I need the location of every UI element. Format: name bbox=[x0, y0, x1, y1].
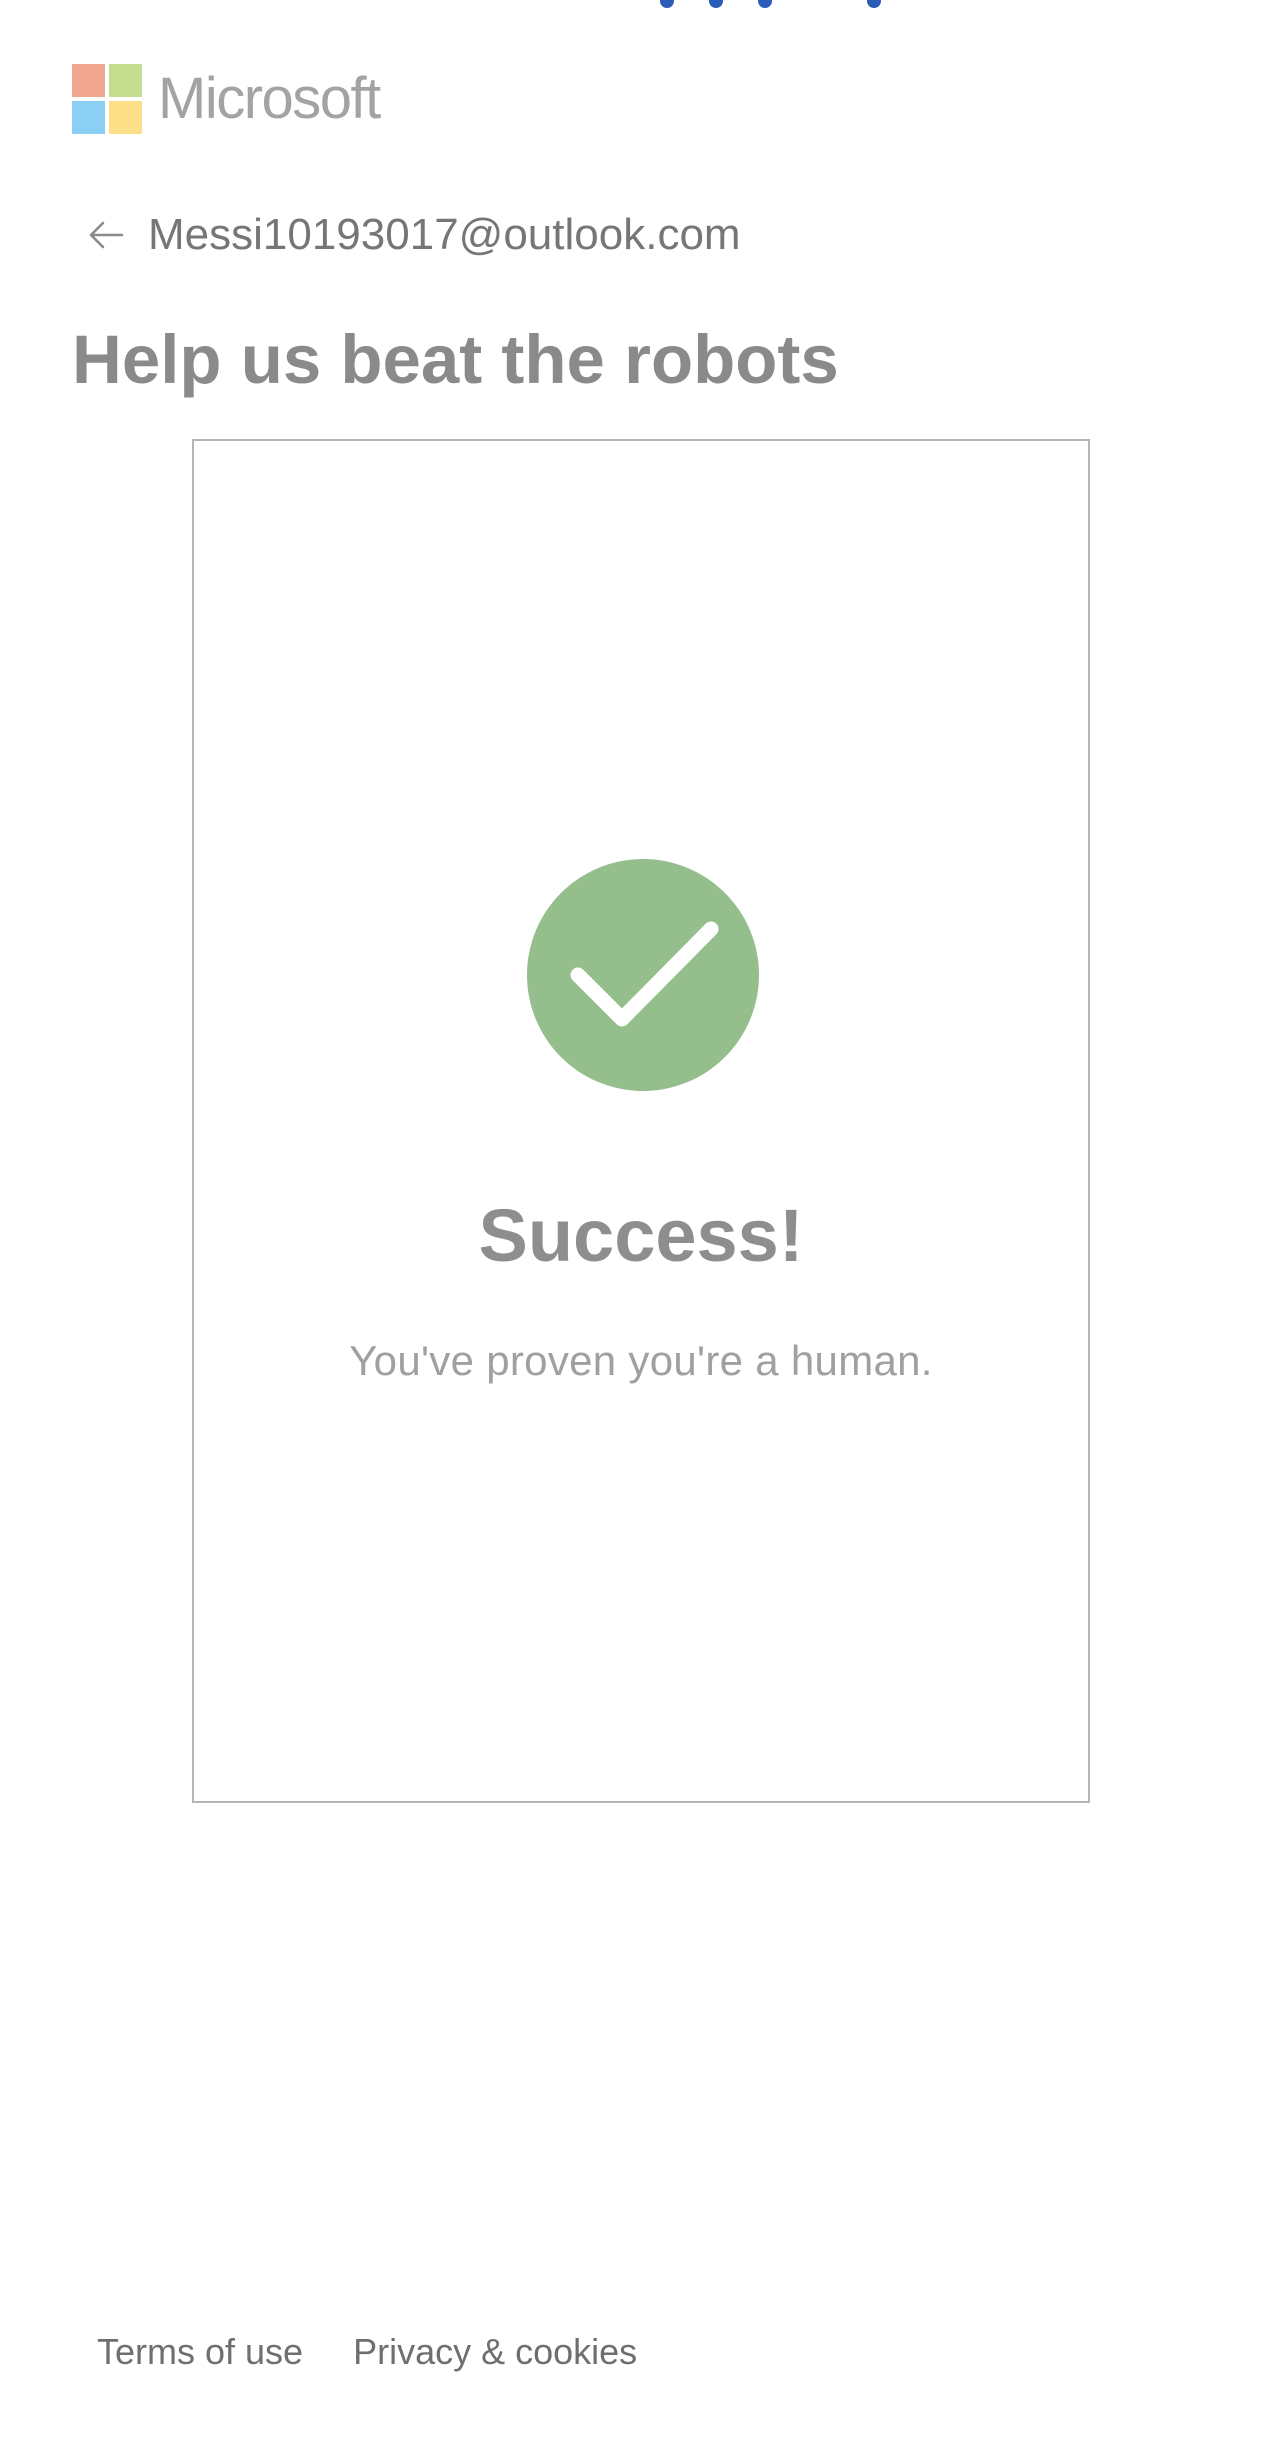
progress-dot bbox=[758, 0, 772, 8]
success-title: Success! bbox=[478, 1194, 804, 1277]
progress-dot bbox=[660, 0, 674, 8]
privacy-cookies-link[interactable]: Privacy & cookies bbox=[353, 2328, 637, 2376]
success-message: You've proven you're a human. bbox=[349, 1337, 933, 1384]
checkmark-circle-icon bbox=[527, 859, 759, 1091]
progress-dot bbox=[709, 0, 723, 8]
terms-of-use-link[interactable]: Terms of use bbox=[97, 2328, 303, 2376]
challenge-frame: Success! You've proven you're a human. bbox=[192, 439, 1090, 1803]
account-email: Messi10193017@outlook.com bbox=[148, 210, 741, 259]
microsoft-logo: Microsoft bbox=[72, 64, 381, 134]
microsoft-logo-text: Microsoft bbox=[158, 66, 381, 131]
progress-dot bbox=[867, 0, 881, 8]
identity-banner: Messi10193017@outlook.com bbox=[86, 200, 741, 270]
arrow-left-icon[interactable] bbox=[86, 215, 126, 255]
microsoft-logo-icon bbox=[72, 64, 142, 134]
page-title: Help us beat the robots bbox=[72, 321, 839, 398]
footer: Terms of use Privacy & cookies bbox=[97, 2328, 687, 2376]
loading-progress-dots bbox=[0, 0, 1284, 12]
